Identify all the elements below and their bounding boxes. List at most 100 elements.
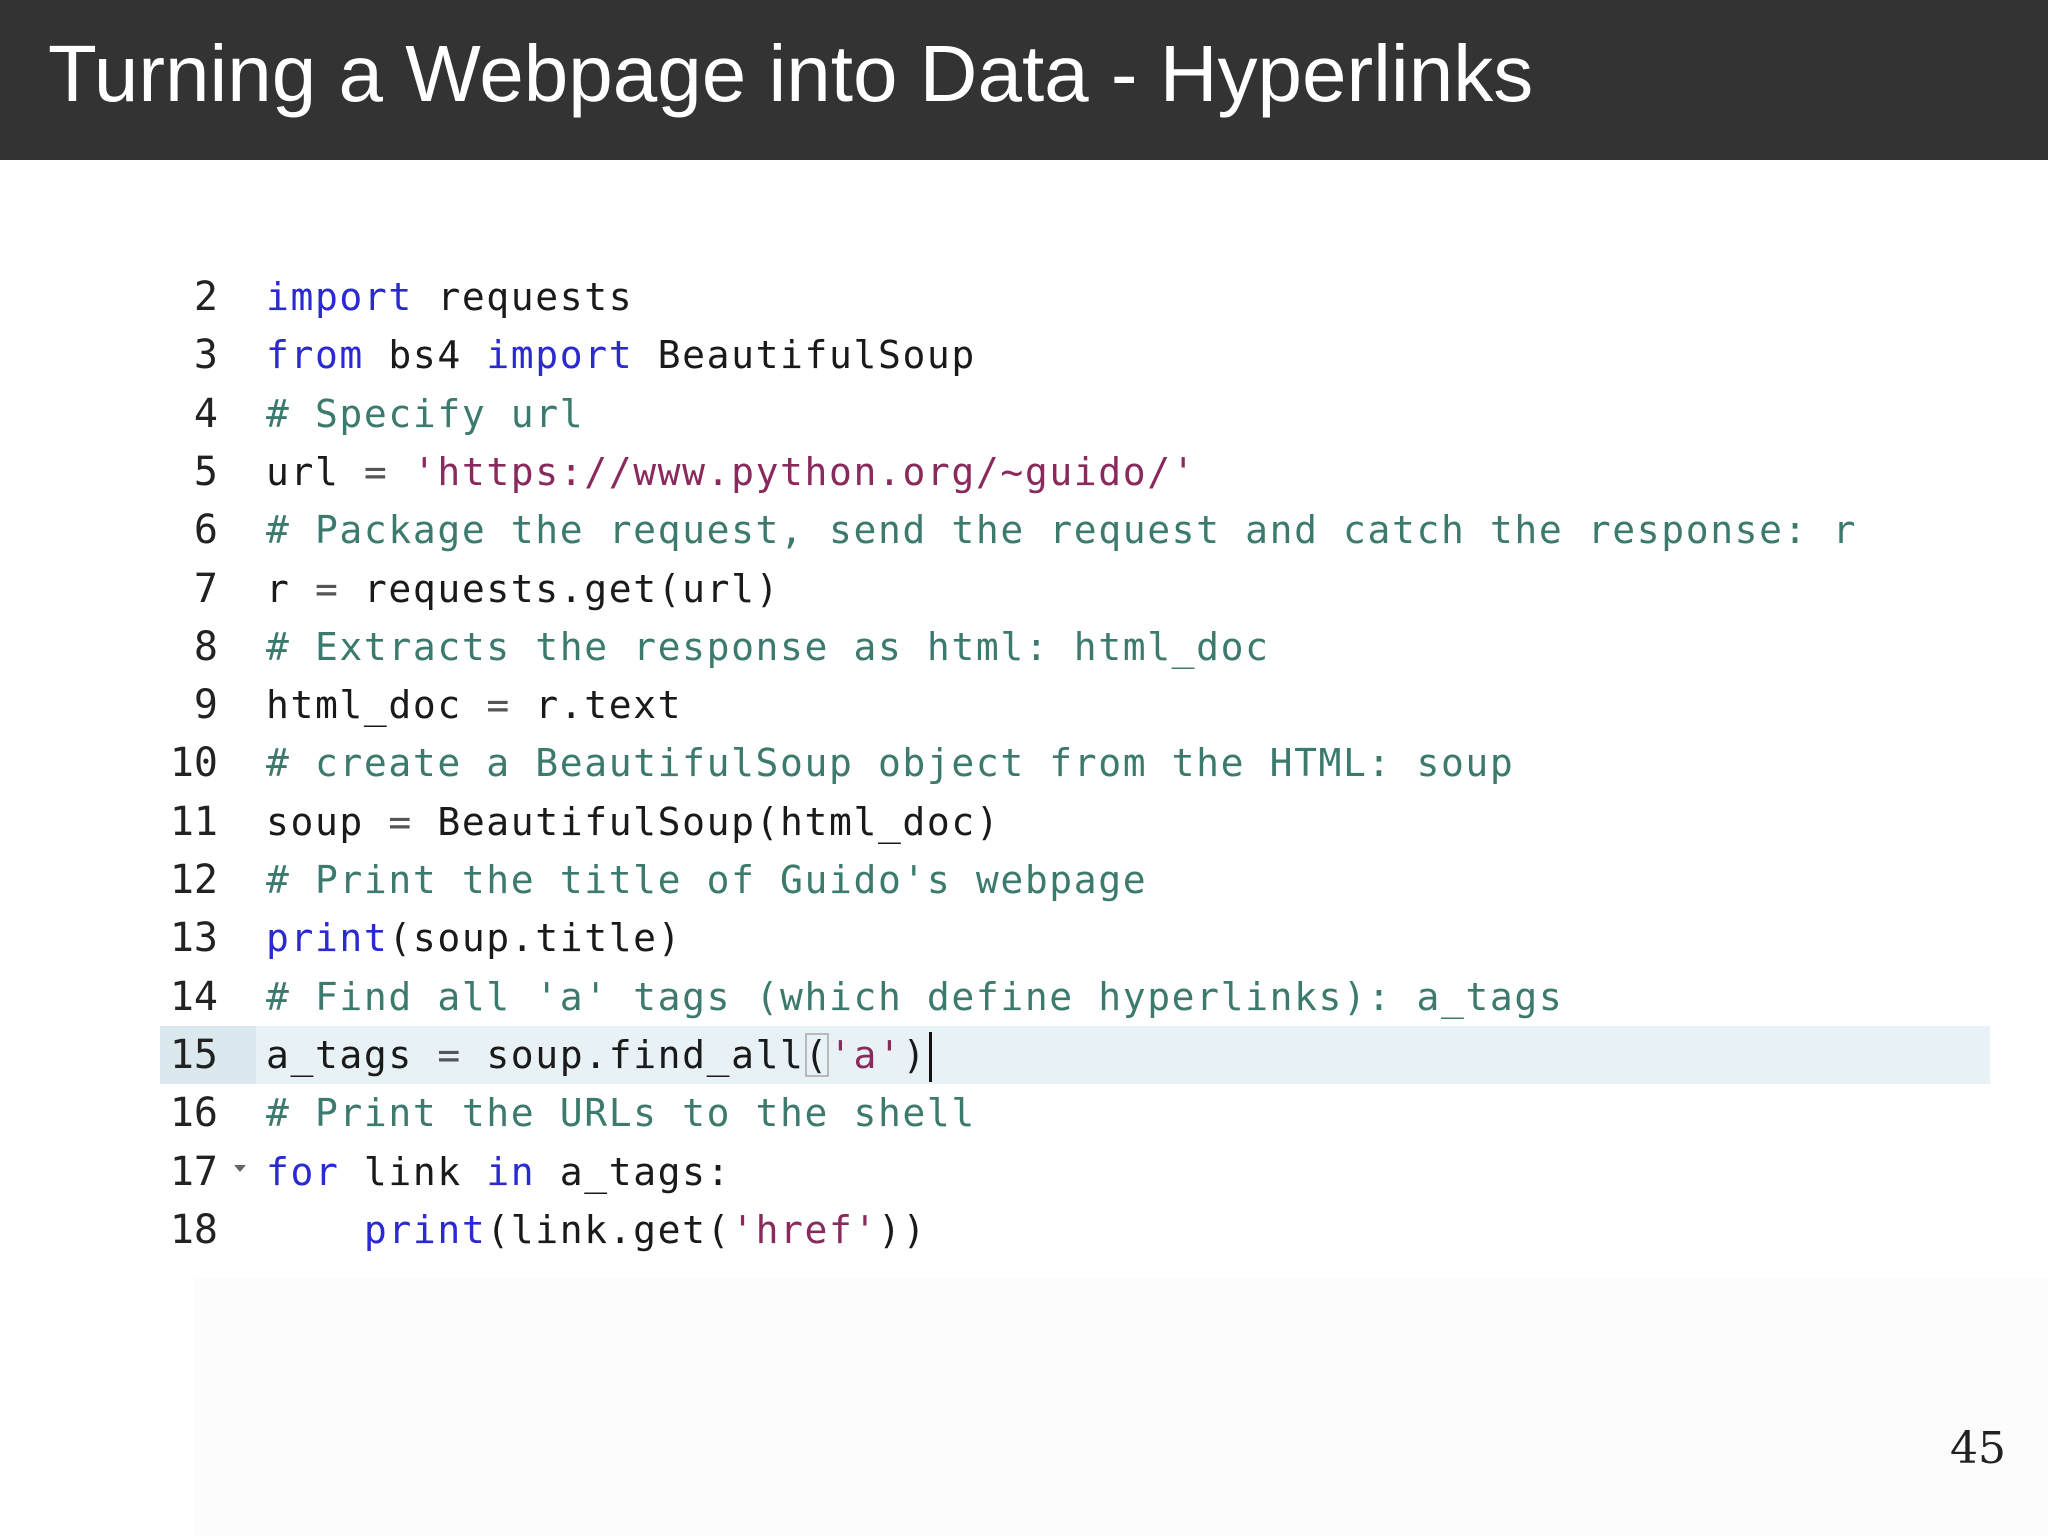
code-text[interactable]: # create a BeautifulSoup object from the… <box>266 734 1514 792</box>
line-gutter: 3 <box>160 326 256 384</box>
line-gutter: 11 <box>160 793 256 851</box>
line-gutter: 17 <box>160 1143 256 1201</box>
code-line-15[interactable]: 15 a_tags = soup.find_all('a') <box>160 1025 1990 1084</box>
code-text[interactable]: r = requests.get(url) <box>266 560 780 618</box>
line-gutter: 4 <box>160 385 256 443</box>
fold-arrow-icon[interactable] <box>234 1164 246 1172</box>
line-number: 11 <box>169 798 218 845</box>
code-line-10[interactable]: 10 # create a BeautifulSoup object from t… <box>160 734 1990 792</box>
line-number: 5 <box>193 448 218 495</box>
code-line-8[interactable]: 8 # Extracts the response as html: html_d… <box>160 618 1990 676</box>
code-line-7[interactable]: 7 r = requests.get(url) <box>160 560 1990 618</box>
keyword-token: import <box>266 275 413 319</box>
comment-token: # Find all 'a' tags (which define hyperl… <box>266 974 1564 1019</box>
keyword-token: in <box>486 1149 536 1194</box>
text-cursor <box>928 1032 932 1083</box>
code-line-13[interactable]: 13 print(soup.title) <box>160 909 1990 967</box>
code-line-4[interactable]: 4 # Specify url <box>160 385 1990 443</box>
code-line-5[interactable]: 5 url = 'https://www.python.org/~guido/' <box>160 443 1990 501</box>
code-text[interactable]: # Print the title of Guido's webpage <box>266 851 1147 909</box>
line-number: 18 <box>169 1206 218 1253</box>
line-gutter: 14 <box>160 968 256 1026</box>
line-number: 15 <box>169 1031 218 1078</box>
line-number: 3 <box>193 332 218 379</box>
line-gutter: 15 <box>160 1025 256 1084</box>
line-gutter: 13 <box>160 909 256 967</box>
code-line-14[interactable]: 14 # Find all 'a' tags (which define hype… <box>160 968 1990 1026</box>
keyword-token: import <box>486 333 634 378</box>
code-text[interactable]: soup = BeautifulSoup(html_doc) <box>266 793 1000 851</box>
comment-token: # Package the request, send the request … <box>266 508 1858 553</box>
code-text[interactable]: # Extracts the response as html: html_do… <box>266 618 1270 676</box>
line-number: 17 <box>169 1148 218 1195</box>
code-token: (soup.title) <box>388 916 683 961</box>
line-gutter: 18 <box>160 1201 256 1259</box>
code-text[interactable]: for link in a_tags: <box>266 1143 731 1201</box>
code-line-17[interactable]: 17 for link in a_tags: <box>160 1143 1990 1201</box>
line-gutter: 8 <box>160 618 256 676</box>
string-token: 'https://www.python.org/~guido/' <box>412 449 1197 494</box>
line-gutter: 5 <box>160 443 256 501</box>
comment-token: # Specify url <box>266 391 585 436</box>
code-text[interactable]: print(link.get('href')) <box>266 1201 927 1259</box>
code-token: BeautifulSoup(html_doc) <box>412 799 1001 844</box>
line-number: 2 <box>193 274 218 320</box>
code-line-3[interactable]: 3 from bs4 import BeautifulSoup <box>160 326 1990 384</box>
code-token: url <box>266 449 364 494</box>
line-number: 8 <box>193 623 218 670</box>
code-line-16[interactable]: 16 # Print the URLs to the shell <box>160 1084 1990 1142</box>
keyword-token: print <box>363 1207 487 1252</box>
code-token: )) <box>877 1207 927 1252</box>
comment-token: # create a BeautifulSoup object from the… <box>266 741 1515 786</box>
line-gutter: 16 <box>160 1084 256 1142</box>
code-token: = <box>314 566 340 611</box>
page-number: 45 <box>1950 1423 2006 1474</box>
code-line-11[interactable]: 11 soup = BeautifulSoup(html_doc) <box>160 793 1990 851</box>
line-number: 4 <box>193 390 218 437</box>
line-gutter: 9 <box>160 676 256 734</box>
code-editor[interactable]: 2 import requests 3 from bs4 import Beautif… <box>160 268 2000 1278</box>
code-text[interactable]: url = 'https://www.python.org/~guido/' <box>266 443 1196 501</box>
code-token: requests.get(url) <box>339 566 781 611</box>
code-line-2[interactable]: 2 import requests <box>160 268 1990 326</box>
code-text[interactable]: # Specify url <box>266 385 584 443</box>
code-line-12[interactable]: 12 # Print the title of Guido's webpage <box>160 851 1990 909</box>
code-token: r.text <box>510 683 683 728</box>
code-line-18[interactable]: 18 print(link.get('href')) <box>160 1201 1990 1259</box>
comment-token: # Extracts the response as html: html_do… <box>266 624 1270 669</box>
code-token: = <box>388 799 413 844</box>
line-number: 16 <box>169 1090 218 1137</box>
code-text[interactable]: html_doc = r.text <box>266 676 682 734</box>
keyword-token: print <box>266 916 389 961</box>
code-token: soup <box>266 799 389 844</box>
editor-lower-area <box>194 1278 2048 1536</box>
code-text[interactable]: from bs4 import BeautifulSoup <box>266 326 976 384</box>
string-token: 'a' <box>829 1032 903 1077</box>
code-text[interactable]: # Package the request, send the request … <box>266 501 1857 559</box>
code-token: a_tags <box>266 1032 438 1077</box>
line-number: 6 <box>193 507 218 554</box>
code-line-6[interactable]: 6 # Package the request, send the request… <box>160 501 1990 559</box>
code-token: (link.get( <box>486 1207 732 1252</box>
slide-header: Turning a Webpage into Data - Hyperlinks <box>0 0 2048 160</box>
code-token: requests <box>412 275 634 319</box>
code-text[interactable]: # Print the URLs to the shell <box>266 1084 976 1142</box>
code-token: ) <box>902 1032 927 1077</box>
code-text[interactable]: # Find all 'a' tags (which define hyperl… <box>266 968 1563 1026</box>
code-token: link <box>339 1149 487 1194</box>
code-line-9[interactable]: 9 html_doc = r.text <box>160 676 1990 734</box>
slide-title: Turning a Webpage into Data - Hyperlinks <box>48 29 1534 118</box>
code-token: = <box>437 1032 462 1077</box>
line-gutter: 10 <box>160 734 256 792</box>
line-gutter: 7 <box>160 560 256 618</box>
line-number: 13 <box>169 915 218 962</box>
code-text[interactable]: import requests <box>266 268 633 326</box>
code-text[interactable]: print(soup.title) <box>266 909 682 967</box>
line-number: 10 <box>169 740 218 787</box>
code-token: = <box>363 449 389 494</box>
line-number: 12 <box>169 857 218 903</box>
code-text[interactable]: a_tags = soup.find_all('a') <box>266 1026 932 1084</box>
code-token: soup.find_all <box>461 1032 805 1077</box>
